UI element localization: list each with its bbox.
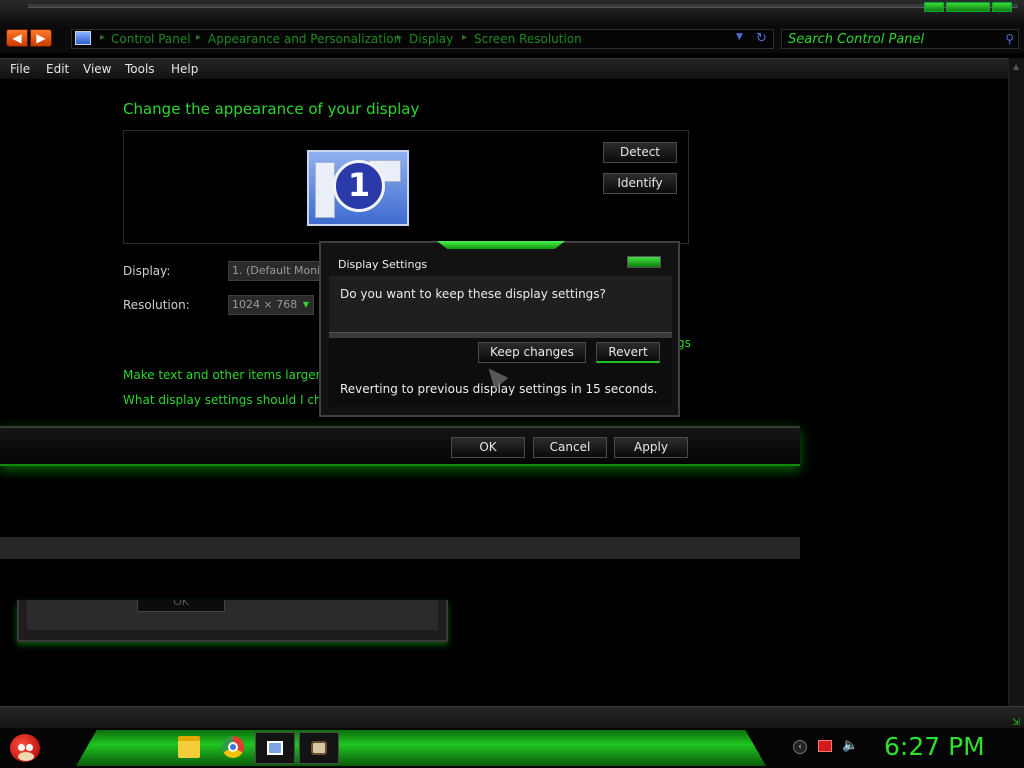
breadcrumb-separator: ▸ — [196, 32, 202, 43]
text-size-link[interactable]: Make text and other items larger or smal… — [123, 368, 319, 382]
background-window-body — [27, 600, 438, 630]
identify-button[interactable]: Identify — [603, 173, 677, 194]
chrome-icon[interactable] — [222, 736, 244, 758]
dialog-glow — [437, 241, 565, 249]
resize-grip-icon[interactable]: ⇲ — [1012, 717, 1020, 728]
app-icon — [311, 741, 327, 755]
menu-view[interactable]: View — [83, 62, 111, 76]
chevron-down-icon: ▼ — [302, 300, 309, 309]
display-label: Display: — [123, 264, 171, 278]
cancel-button[interactable]: Cancel — [533, 437, 607, 458]
resolution-label: Resolution: — [123, 298, 190, 312]
breadcrumb-separator: ▸ — [462, 32, 468, 43]
refresh-icon[interactable]: ↻ — [756, 31, 767, 46]
bird-belly — [18, 752, 34, 761]
background-window-strip — [0, 537, 800, 559]
back-arrow-icon: ◀ — [12, 31, 22, 45]
dialog-close-button[interactable] — [627, 256, 661, 268]
forward-arrow-icon: ▶ — [36, 31, 46, 45]
display-settings-dialog: Display Settings Do you want to keep the… — [319, 241, 680, 417]
taskbar: ‹ 🔈 6:27 PM — [0, 728, 1024, 768]
folder-icon[interactable] — [178, 736, 200, 758]
resolution-select-value: 1024 × 768 — [232, 298, 298, 311]
monitor-1[interactable]: 1 — [307, 150, 409, 226]
keep-changes-button[interactable]: Keep changes — [478, 342, 586, 363]
scroll-up-icon[interactable]: ▲ — [1013, 62, 1019, 71]
breadcrumb-appearance[interactable]: Appearance and Personalization — [208, 32, 401, 46]
display-preview: 1 Detect Identify — [123, 130, 689, 244]
background-ok-button[interactable]: OK — [137, 600, 225, 612]
maximize-button[interactable] — [946, 2, 990, 12]
window-title-strip — [0, 0, 1024, 26]
display-select[interactable]: 1. (Default Monitor) — [228, 261, 322, 281]
tray-chevron-icon[interactable]: ‹ — [793, 740, 807, 754]
tray-monitor-icon[interactable] — [818, 740, 832, 752]
title-rail — [28, 4, 1018, 8]
breadcrumb-separator: ▸ — [100, 32, 106, 43]
dialog-button-bar: OK Cancel Apply — [0, 426, 800, 466]
revert-button[interactable]: Revert — [596, 342, 660, 363]
menu-bar: File Edit View Tools Help — [0, 58, 1024, 79]
menu-help[interactable]: Help — [171, 62, 198, 76]
display-select-value: 1. (Default Monitor) — [232, 264, 321, 277]
breadcrumb-display[interactable]: Display — [409, 32, 453, 46]
breadcrumb-separator: ▸ — [397, 32, 403, 43]
detect-button[interactable]: Detect — [603, 142, 677, 163]
vertical-scrollbar[interactable]: ▲ — [1008, 58, 1024, 708]
menu-edit[interactable]: Edit — [46, 62, 69, 76]
dialog-title: Display Settings — [338, 258, 428, 271]
dialog-question: Do you want to keep these display settin… — [340, 287, 606, 301]
ok-button[interactable]: OK — [451, 437, 525, 458]
taskbar-clock[interactable]: 6:27 PM — [884, 732, 985, 761]
taskbar-item-window[interactable] — [255, 732, 295, 764]
forward-button[interactable]: ▶ — [30, 29, 52, 47]
chevron-down-icon[interactable]: ▼ — [736, 32, 743, 42]
monitor-number: 1 — [333, 160, 385, 212]
menu-tools[interactable]: Tools — [125, 62, 155, 76]
volume-icon[interactable]: 🔈 — [842, 738, 858, 753]
back-button[interactable]: ◀ — [6, 29, 28, 47]
control-panel-icon — [75, 31, 91, 45]
menu-file[interactable]: File — [10, 62, 30, 76]
page-title: Change the appearance of your display — [123, 100, 420, 118]
window-icon — [267, 741, 283, 755]
start-button[interactable] — [6, 730, 46, 766]
search-icon[interactable]: ⚲ — [1005, 32, 1014, 46]
background-window: OK — [17, 600, 448, 642]
breadcrumb[interactable]: ▸ Control Panel ▸ Appearance and Persona… — [71, 29, 774, 49]
bird-eye — [26, 744, 33, 751]
resolution-select[interactable]: 1024 × 768 ▼ — [228, 295, 314, 315]
close-button[interactable] — [992, 2, 1012, 12]
dialog-body: Do you want to keep these display settin… — [329, 276, 672, 407]
search-input[interactable] — [788, 31, 998, 47]
breadcrumb-control-panel[interactable]: Control Panel — [111, 32, 191, 46]
minimize-button[interactable] — [924, 2, 944, 12]
window-controls — [924, 2, 1012, 12]
breadcrumb-screen-resolution[interactable]: Screen Resolution — [474, 32, 582, 46]
taskbar-rail: ⇲ — [0, 706, 1024, 728]
bird-eye — [18, 744, 25, 751]
address-bar: ◀ ▶ ▸ Control Panel ▸ Appearance and Per… — [0, 26, 1024, 53]
display-help-link[interactable]: What display settings should I choose? — [123, 393, 319, 407]
search-box: ⚲ — [781, 29, 1019, 49]
monitor-window-graphic — [315, 162, 335, 218]
apply-button[interactable]: Apply — [614, 437, 688, 458]
taskbar-item-app[interactable] — [299, 732, 339, 764]
